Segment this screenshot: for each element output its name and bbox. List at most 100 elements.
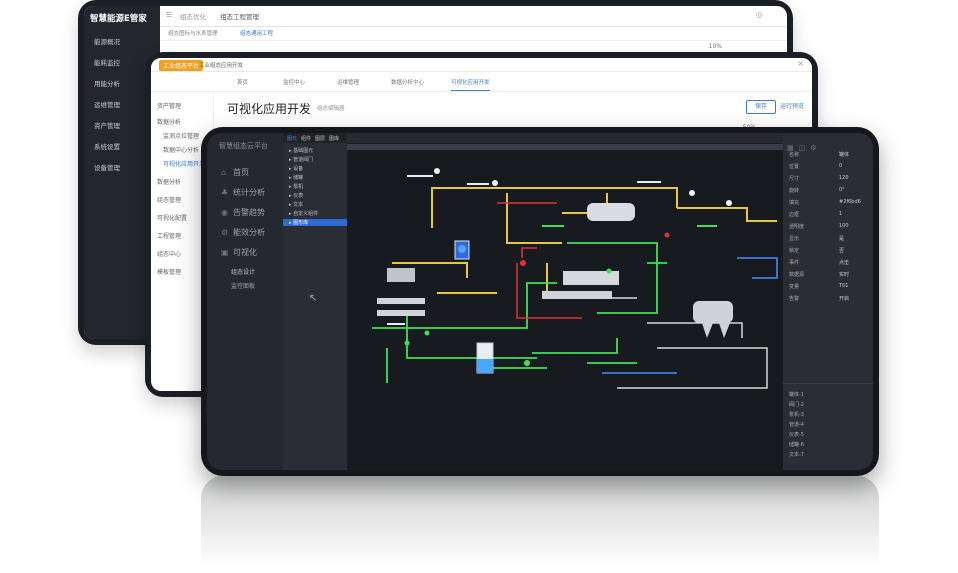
prop-value[interactable]: 1 bbox=[839, 211, 842, 217]
side-item[interactable]: 资产管理 bbox=[157, 101, 181, 110]
prop-value[interactable]: 实时 bbox=[839, 271, 849, 278]
tree-item[interactable]: ▸ 基础图元 bbox=[289, 147, 313, 154]
back-menu-item[interactable]: 设备管理 bbox=[94, 162, 120, 172]
white-pipes bbox=[552, 297, 768, 389]
prop-value[interactable]: 0° bbox=[839, 187, 845, 193]
front-device: 智慧组态云平台 ⌂ 首页 ♣ 统计分析 ◉ 告警趋势 ⚙ 能效分析 ▣ 可视化 组态设计 … bbox=[201, 127, 879, 476]
back-menu-item[interactable]: 用能分析 bbox=[94, 78, 120, 88]
canvas-toolbar: ✥✎□○◇A▤ bbox=[347, 133, 783, 151]
back-menu-item[interactable]: 能源概况 bbox=[94, 36, 120, 46]
layer-item[interactable]: 罐体-1 bbox=[789, 391, 804, 398]
tree-item[interactable]: ▸ 泵机 bbox=[289, 183, 303, 190]
blue-pipes bbox=[602, 257, 778, 374]
panel-tab[interactable]: 图层 bbox=[315, 135, 325, 142]
front-menu-item[interactable]: ⚙ 能效分析 bbox=[221, 227, 265, 238]
page-title: 可视化应用开发 bbox=[227, 102, 312, 116]
tool-icon[interactable]: ⚙ bbox=[810, 144, 816, 152]
chart-icon: ⚙ bbox=[221, 228, 229, 237]
preview-button[interactable]: 运行预览 bbox=[780, 100, 804, 114]
prop-value[interactable]: 0 bbox=[839, 163, 842, 169]
side-item[interactable]: 组态中心 bbox=[157, 249, 181, 258]
menu-label: 能效分析 bbox=[233, 228, 265, 237]
user-icon[interactable]: ◎ bbox=[756, 10, 763, 19]
middle-titlebar: 工业组态平台 工业组态应用开发 × bbox=[151, 58, 812, 72]
tool-icon[interactable]: ◫ bbox=[799, 144, 806, 152]
back-menu-item[interactable]: 运维管理 bbox=[94, 99, 120, 109]
front-menu-item[interactable]: ⌂ 首页 bbox=[221, 167, 249, 178]
back-topbar: ☰ 组态优化 组态工程管理 ◎ bbox=[160, 6, 787, 27]
prop-value[interactable]: #2f6bd6 bbox=[839, 199, 861, 205]
middle-nav: 首页 监控中心 运维管理 数据分析中心 可视化应用开发 bbox=[151, 71, 812, 92]
submenu-item-active[interactable]: 组态设计 bbox=[231, 267, 255, 276]
window-title: 工业组态应用开发 bbox=[199, 63, 244, 69]
side-item[interactable]: 组态管理 bbox=[157, 195, 181, 204]
prop-value[interactable]: 是 bbox=[839, 235, 844, 242]
layer-item[interactable]: 阀门-2 bbox=[789, 401, 804, 408]
back-menu-item[interactable]: 系统设置 bbox=[94, 141, 120, 151]
tree-item[interactable]: ▸ 仪表 bbox=[289, 192, 303, 199]
save-button[interactable]: 保存 bbox=[746, 100, 776, 114]
side-item-active[interactable]: 可视化应用开发 bbox=[163, 159, 205, 168]
nav-tab-active[interactable]: 可视化应用开发 bbox=[451, 78, 490, 91]
tree-item[interactable]: ▸ 文本 bbox=[289, 201, 303, 208]
divider bbox=[783, 383, 873, 384]
app-badge: 工业组态平台 bbox=[159, 60, 204, 71]
prop-value[interactable]: T01 bbox=[839, 283, 848, 289]
front-menu-item[interactable]: ◉ 告警趋势 bbox=[221, 207, 265, 218]
red-pipes bbox=[497, 202, 582, 319]
menu-label: 统计分析 bbox=[233, 188, 265, 197]
tree-item[interactable]: ▸ 自定义组件 bbox=[289, 210, 318, 217]
side-item[interactable]: 数据中心分析 bbox=[163, 145, 199, 154]
prop-value[interactable]: 罐体 bbox=[839, 151, 849, 158]
panel-tabs: 图元 组件 图层 图库 bbox=[283, 133, 347, 143]
prop-value[interactable]: 120 bbox=[839, 175, 849, 181]
back-menu-item[interactable]: 资产管理 bbox=[94, 120, 120, 130]
tree-item[interactable]: ▸ 设备 bbox=[289, 165, 303, 172]
layer-item[interactable]: 泵机-3 bbox=[789, 411, 804, 418]
device-reflection bbox=[201, 476, 879, 566]
side-item[interactable]: 监测点位管理 bbox=[163, 131, 199, 140]
prop-label: 数据源 bbox=[789, 272, 805, 278]
breadcrumb-item[interactable]: 组态优化 bbox=[180, 11, 206, 21]
editor-select[interactable]: 组态编辑器 bbox=[317, 104, 345, 112]
prop-value[interactable]: 点击 bbox=[839, 259, 849, 266]
nav-tab[interactable]: 运维管理 bbox=[337, 78, 359, 86]
panel-tab[interactable]: 图库 bbox=[329, 135, 339, 142]
front-menu-item[interactable]: ▣ 可视化 bbox=[221, 247, 257, 258]
side-item[interactable]: 数据分析 bbox=[157, 117, 181, 126]
front-sidebar: 智慧组态云平台 ⌂ 首页 ♣ 统计分析 ◉ 告警趋势 ⚙ 能效分析 ▣ 可视化 组态设计 … bbox=[207, 133, 283, 470]
panel-tab[interactable]: 组件 bbox=[301, 135, 311, 142]
panel-tab-active[interactable]: 图元 bbox=[287, 135, 297, 142]
layer-item[interactable]: 文本-7 bbox=[789, 451, 804, 458]
menu-toggle-icon[interactable]: ☰ bbox=[166, 11, 172, 19]
prop-label: 名称 bbox=[789, 152, 800, 158]
prop-value[interactable]: 开启 bbox=[839, 295, 849, 302]
tree-item-selected[interactable]: ▸ 图形库 bbox=[283, 219, 347, 226]
prop-value[interactable]: 否 bbox=[839, 247, 844, 254]
side-item[interactable]: 可视化配置 bbox=[157, 213, 187, 222]
layer-item[interactable]: 管道-4 bbox=[789, 421, 804, 428]
tree-item[interactable]: ▸ 储罐 bbox=[289, 174, 303, 181]
close-icon[interactable]: × bbox=[797, 59, 804, 68]
prop-label: 锁定 bbox=[789, 248, 800, 254]
back-tab[interactable]: 组态图标与水表管理 bbox=[168, 29, 218, 37]
tree-item[interactable]: ▸ 管道阀门 bbox=[289, 156, 313, 163]
nav-tab[interactable]: 监控中心 bbox=[283, 78, 305, 86]
side-item[interactable]: 工程管理 bbox=[157, 231, 181, 240]
nav-tab[interactable]: 首页 bbox=[237, 78, 248, 86]
submenu-item[interactable]: 监控面板 bbox=[231, 281, 255, 290]
back-logo: 智慧能源E管家 bbox=[90, 14, 147, 24]
prop-label: 旋转 bbox=[789, 188, 800, 194]
diagram-canvas[interactable]: ✥✎□○◇A▤ bbox=[347, 133, 783, 470]
equipment bbox=[377, 168, 733, 374]
side-item[interactable]: 数据分析 bbox=[157, 177, 181, 186]
front-menu-item[interactable]: ♣ 统计分析 bbox=[221, 187, 265, 198]
back-tab-active[interactable]: 组态通用工程 bbox=[240, 29, 273, 37]
side-item[interactable]: 模板管理 bbox=[157, 267, 181, 276]
layer-item[interactable]: 仪表-5 bbox=[789, 431, 804, 438]
back-menu-item[interactable]: 能耗监控 bbox=[94, 57, 120, 67]
breadcrumb-item[interactable]: 组态工程管理 bbox=[220, 11, 259, 21]
prop-value[interactable]: 100 bbox=[839, 223, 849, 229]
layer-item[interactable]: 储罐-6 bbox=[789, 441, 804, 448]
nav-tab[interactable]: 数据分析中心 bbox=[391, 78, 424, 86]
